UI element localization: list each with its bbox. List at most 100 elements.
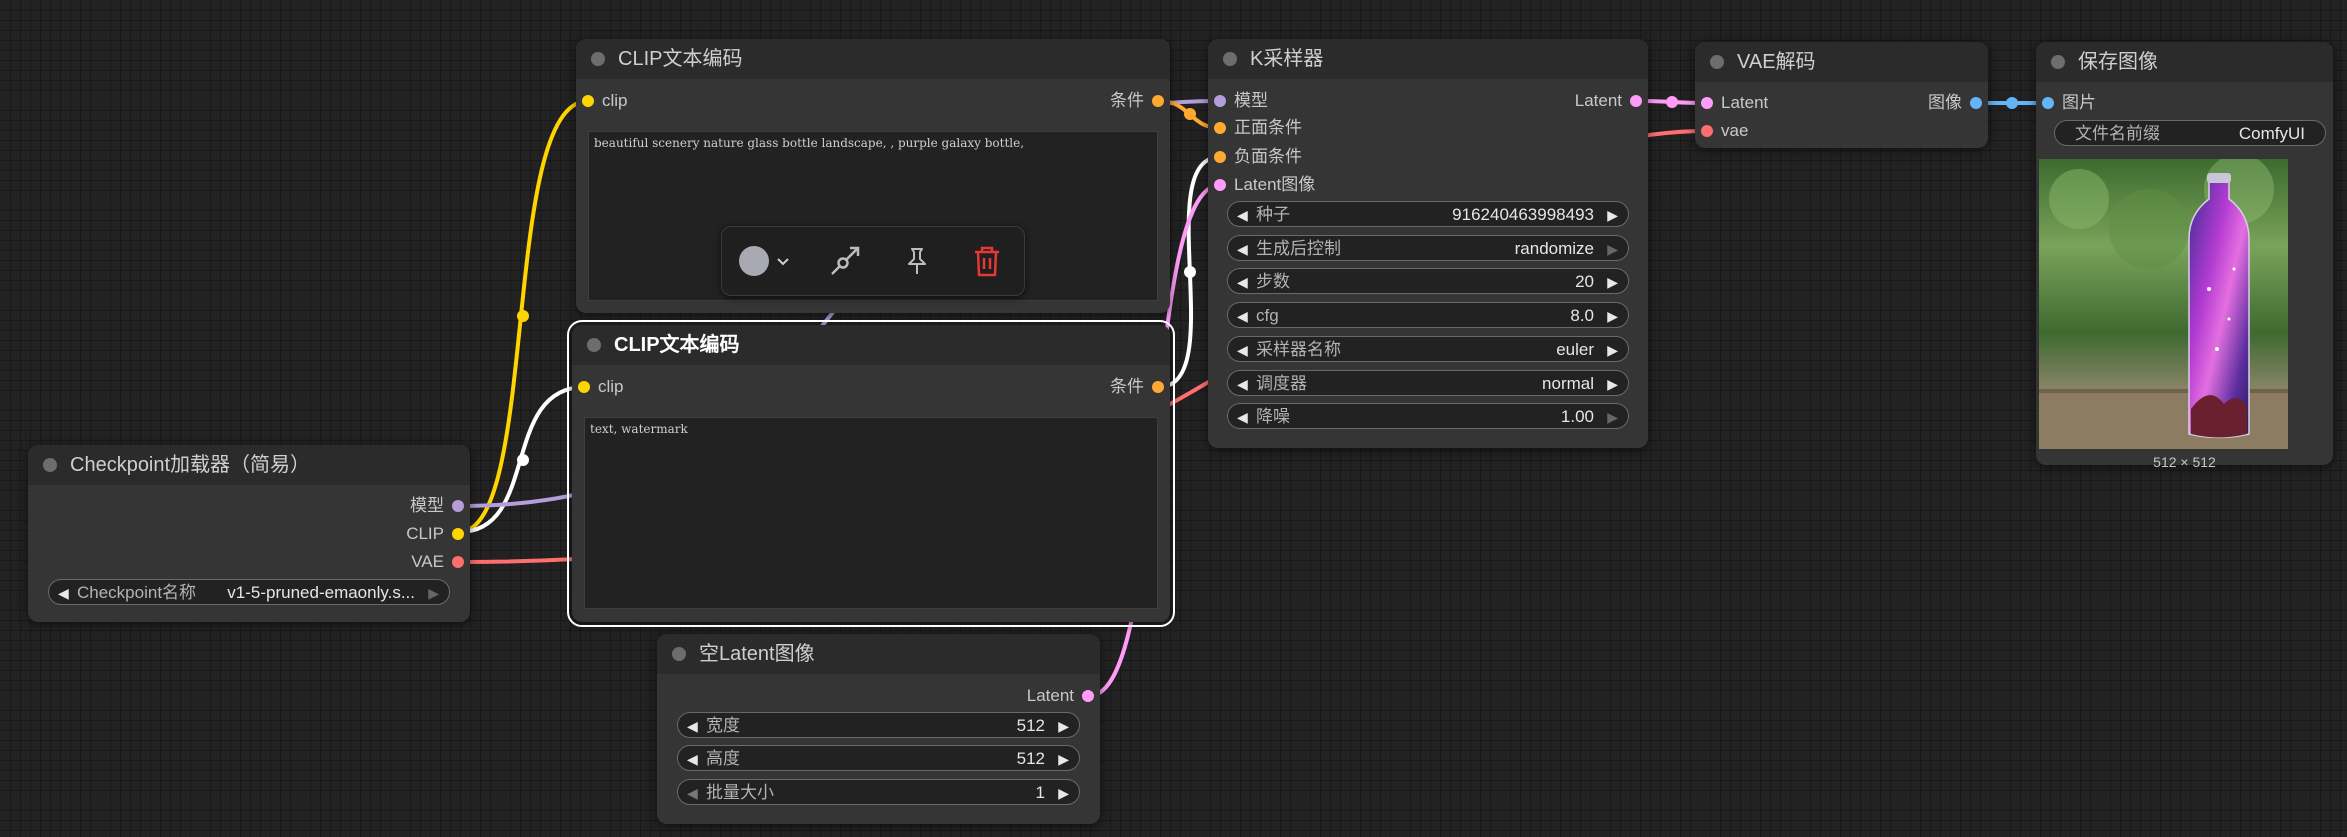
batch-size-number-widget[interactable]: ◀ 批量大小 1 ▶ — [677, 779, 1080, 805]
output-slot-conditioning[interactable]: 条件 — [1110, 91, 1170, 111]
latent-slot-dot[interactable] — [1082, 690, 1094, 702]
ksampler-node[interactable]: K采样器 模型 正面条件 负面条件 Latent图像 Latent ◀ 种子 9… — [1208, 39, 1648, 448]
arrow-left-icon[interactable]: ◀ — [1237, 269, 1248, 295]
collapse-dot-icon[interactable] — [587, 338, 601, 352]
height-number-widget[interactable]: ◀ 高度 512 ▶ — [677, 745, 1080, 771]
clip-text-encode-negative-node[interactable]: CLIP文本编码 clip 条件 text, watermark — [567, 320, 1175, 627]
save-image-node[interactable]: 保存图像 图片 文件名前缀 ComfyUI 512 × 512 — [2036, 42, 2333, 470]
arrow-left-icon[interactable]: ◀ — [687, 746, 698, 772]
input-slot-negative[interactable]: 负面条件 — [1208, 147, 1302, 167]
latent-slot-dot[interactable] — [1214, 179, 1226, 191]
collapse-dot-icon[interactable] — [1710, 55, 1724, 69]
latent-slot-dot[interactable] — [1630, 95, 1642, 107]
checkpoint-loader-node[interactable]: Checkpoint加载器（简易） 模型 CLIP VAE ◀ Checkpoi… — [28, 445, 470, 622]
model-slot-dot[interactable] — [452, 500, 464, 512]
arrow-right-icon[interactable]: ▶ — [1607, 236, 1618, 262]
output-slot-clip[interactable]: CLIP — [406, 524, 470, 544]
width-number-widget[interactable]: ◀ 宽度 512 ▶ — [677, 712, 1080, 738]
input-slot-clip[interactable]: clip — [572, 377, 624, 397]
arrow-right-icon[interactable]: ▶ — [1607, 404, 1618, 430]
arrow-right-icon[interactable]: ▶ — [428, 580, 439, 606]
output-slot-latent[interactable]: Latent — [1027, 686, 1100, 706]
input-slot-latent-image[interactable]: Latent图像 — [1208, 175, 1315, 195]
arrow-left-icon[interactable]: ◀ — [1237, 202, 1248, 228]
arrow-left-icon[interactable]: ◀ — [1237, 303, 1248, 329]
output-slot-model[interactable]: 模型 — [410, 496, 470, 516]
seed-number-widget[interactable]: ◀ 种子 916240463998493 ▶ — [1227, 201, 1629, 227]
clip-slot-dot[interactable] — [578, 381, 590, 393]
pin-button[interactable] — [882, 227, 952, 295]
vae-slot-dot[interactable] — [452, 556, 464, 568]
arrow-right-icon[interactable]: ▶ — [1058, 780, 1069, 806]
node-title[interactable]: 空Latent图像 — [657, 634, 1100, 674]
conditioning-slot-dot[interactable] — [1152, 95, 1164, 107]
input-slot-positive[interactable]: 正面条件 — [1208, 118, 1302, 138]
collapse-dot-icon[interactable] — [591, 52, 605, 66]
output-slot-latent[interactable]: Latent — [1575, 91, 1648, 111]
clip-slot-dot[interactable] — [582, 95, 594, 107]
reroute-dot[interactable] — [517, 454, 529, 466]
conditioning-slot-dot[interactable] — [1214, 122, 1226, 134]
node-title[interactable]: 保存图像 — [2036, 42, 2333, 82]
output-slot-vae[interactable]: VAE — [411, 552, 470, 572]
steps-number-widget[interactable]: ◀ 步数 20 ▶ — [1227, 268, 1629, 294]
node-title[interactable]: Checkpoint加载器（简易） — [28, 445, 470, 485]
input-slot-model[interactable]: 模型 — [1208, 91, 1268, 111]
input-slot-images[interactable]: 图片 — [2036, 93, 2096, 113]
arrow-left-icon[interactable]: ◀ — [1237, 337, 1248, 363]
output-image-preview[interactable] — [2039, 159, 2288, 449]
sampler-name-combo[interactable]: ◀ 采样器名称 euler ▶ — [1227, 336, 1629, 362]
prompt-textarea[interactable]: text, watermark — [584, 417, 1158, 609]
reroute-dot[interactable] — [2006, 97, 2018, 109]
output-slot-image[interactable]: 图像 — [1928, 93, 1988, 113]
node-title[interactable]: K采样器 — [1208, 39, 1648, 79]
scheduler-combo[interactable]: ◀ 调度器 normal ▶ — [1227, 370, 1629, 396]
cfg-number-widget[interactable]: ◀ cfg 8.0 ▶ — [1227, 302, 1629, 328]
input-slot-vae[interactable]: vae — [1695, 121, 1748, 141]
arrow-right-icon[interactable]: ▶ — [1607, 337, 1618, 363]
model-slot-dot[interactable] — [1214, 95, 1226, 107]
reroute-dot[interactable] — [1666, 96, 1678, 108]
color-picker-button[interactable] — [730, 227, 800, 295]
empty-latent-image-node[interactable]: 空Latent图像 Latent ◀ 宽度 512 ▶ ◀ 高度 512 ▶ ◀… — [657, 634, 1100, 824]
clip-slot-dot[interactable] — [452, 528, 464, 540]
control-after-generate-combo[interactable]: ◀ 生成后控制 randomize ▶ — [1227, 235, 1629, 261]
conditioning-slot-dot[interactable] — [1214, 151, 1226, 163]
arrow-left-icon[interactable]: ◀ — [687, 713, 698, 739]
arrow-right-icon[interactable]: ▶ — [1058, 746, 1069, 772]
latent-slot-dot[interactable] — [1701, 97, 1713, 109]
node-title[interactable]: VAE解码 — [1695, 42, 1988, 82]
filename-prefix-text-widget[interactable]: 文件名前缀 ComfyUI — [2054, 120, 2326, 146]
arrow-left-icon[interactable]: ◀ — [1237, 371, 1248, 397]
image-slot-dot[interactable] — [2042, 97, 2054, 109]
vae-decode-node[interactable]: VAE解码 Latent vae 图像 — [1695, 42, 1988, 148]
input-slot-latent[interactable]: Latent — [1695, 93, 1768, 113]
denoise-number-widget[interactable]: ◀ 降噪 1.00 ▶ — [1227, 403, 1629, 429]
reroute-dot[interactable] — [517, 310, 529, 322]
image-slot-dot[interactable] — [1970, 97, 1982, 109]
collapse-dot-icon[interactable] — [2051, 55, 2065, 69]
arrow-right-icon[interactable]: ▶ — [1607, 371, 1618, 397]
output-slot-conditioning[interactable]: 条件 — [1110, 377, 1170, 397]
arrow-left-icon[interactable]: ◀ — [58, 580, 69, 606]
node-title[interactable]: CLIP文本编码 — [576, 39, 1170, 79]
arrow-left-icon[interactable]: ◀ — [1237, 236, 1248, 262]
collapse-dot-icon[interactable] — [1223, 52, 1237, 66]
bypass-button[interactable] — [810, 227, 880, 295]
collapse-dot-icon[interactable] — [43, 458, 57, 472]
conditioning-slot-dot[interactable] — [1152, 381, 1164, 393]
arrow-left-icon[interactable]: ◀ — [687, 780, 698, 806]
collapse-dot-icon[interactable] — [672, 647, 686, 661]
vae-slot-dot[interactable] — [1701, 125, 1713, 137]
arrow-right-icon[interactable]: ▶ — [1058, 713, 1069, 739]
node-title[interactable]: CLIP文本编码 — [572, 325, 1170, 365]
arrow-left-icon[interactable]: ◀ — [1237, 404, 1248, 430]
delete-button[interactable] — [952, 227, 1022, 295]
arrow-right-icon[interactable]: ▶ — [1607, 303, 1618, 329]
arrow-right-icon[interactable]: ▶ — [1607, 269, 1618, 295]
reroute-dot[interactable] — [1184, 108, 1196, 120]
input-slot-clip[interactable]: clip — [576, 91, 628, 111]
arrow-right-icon[interactable]: ▶ — [1607, 202, 1618, 228]
reroute-dot[interactable] — [1184, 266, 1196, 278]
checkpoint-name-combo[interactable]: ◀ Checkpoint名称 v1-5-pruned-emaonly.s... … — [48, 579, 450, 605]
